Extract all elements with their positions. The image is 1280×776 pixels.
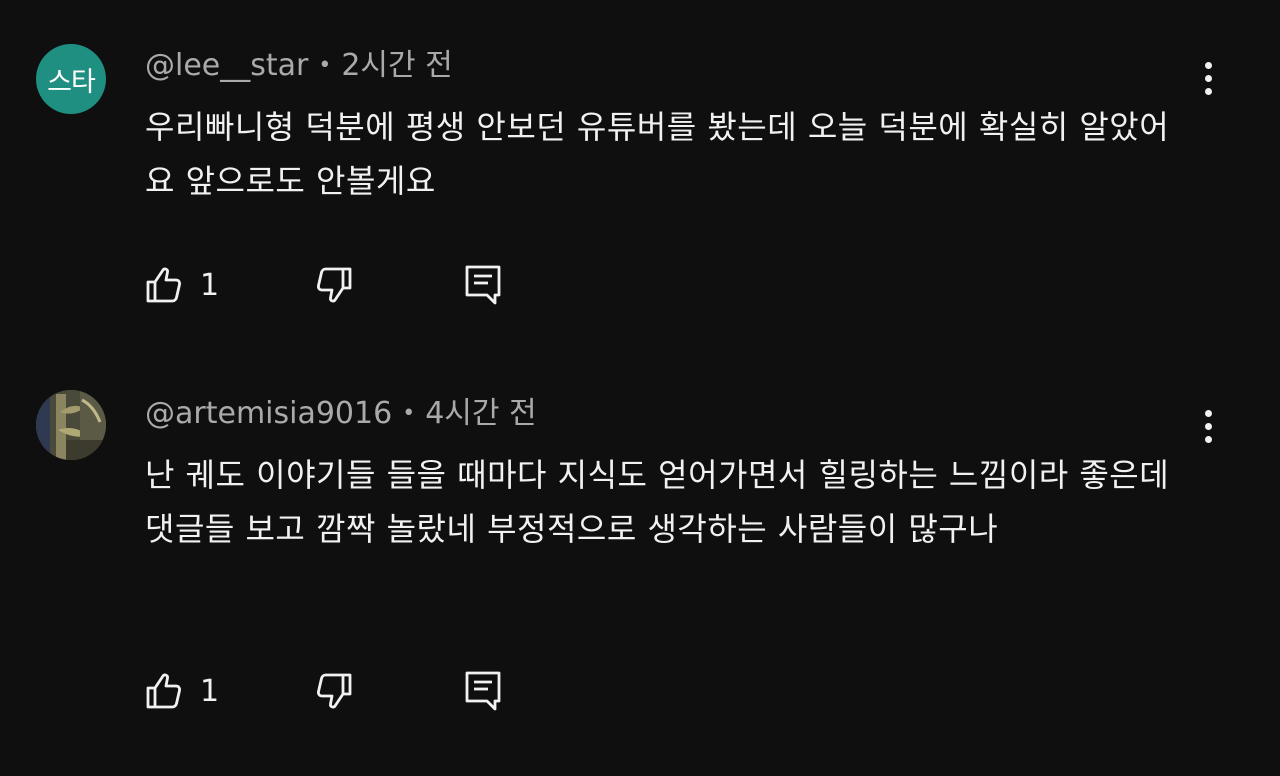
more-vert-icon-dot — [1204, 74, 1212, 82]
comment-text: 난 궤도 이야기들 들을 때마다 지식도 얻어가면서 힐링하는 느낌이라 좋은데… — [145, 456, 1170, 548]
avatar[interactable]: 스타 — [36, 44, 106, 114]
reply-icon — [465, 671, 501, 711]
more-options-button[interactable] — [1190, 404, 1226, 448]
comment-timestamp[interactable]: 4시간 전 — [425, 396, 536, 431]
avatar-initials: 스타 — [47, 66, 96, 98]
like-button[interactable]: 1 — [140, 260, 219, 310]
more-vert-icon-dot — [1204, 422, 1212, 430]
more-vert-icon — [1204, 409, 1212, 417]
comment-text: 우리빠니형 덕분에 평생 안보던 유튜버를 봤는데 오늘 덕분에 확실히 알았어… — [145, 108, 1170, 200]
thumbs-down-icon — [317, 267, 352, 303]
separator-dot: • — [318, 53, 332, 78]
reply-button[interactable] — [460, 260, 508, 310]
more-options-button[interactable] — [1190, 56, 1226, 100]
comment-thread-item: 스타 @lee__star • 2시간 전 우리빠니형 덕분에 평생 안보던 유튜버… — [0, 0, 1280, 360]
avatar-image — [36, 390, 106, 460]
more-vert-icon-dot — [1204, 87, 1212, 95]
more-vert-icon — [1204, 61, 1212, 69]
comment-thread-item: @artemisia9016 • 4시간 전 난 궤도 이야기들 들을 때마다 지식… — [0, 360, 1280, 776]
like-count: 1 — [200, 673, 220, 709]
reply-icon — [465, 265, 501, 305]
comment-header: @artemisia9016 • 4시간 전 — [145, 396, 537, 435]
more-vert-icon-dot — [1204, 435, 1212, 443]
separator-dot: • — [402, 401, 416, 426]
like-count: 1 — [200, 267, 220, 303]
comment-timestamp[interactable]: 2시간 전 — [341, 48, 452, 83]
avatar[interactable] — [36, 390, 106, 460]
dislike-button[interactable] — [310, 666, 358, 716]
reply-button[interactable] — [460, 666, 508, 716]
thumbs-down-icon — [317, 673, 352, 709]
comment-header: @lee__star • 2시간 전 — [145, 48, 453, 87]
thumbs-up-icon — [146, 673, 181, 709]
thumbs-up-icon — [146, 267, 181, 303]
comment-author[interactable]: @artemisia9016 — [145, 396, 392, 431]
dislike-button[interactable] — [310, 260, 358, 310]
comment-author[interactable]: @lee__star — [145, 48, 308, 83]
like-button[interactable]: 1 — [140, 666, 219, 716]
